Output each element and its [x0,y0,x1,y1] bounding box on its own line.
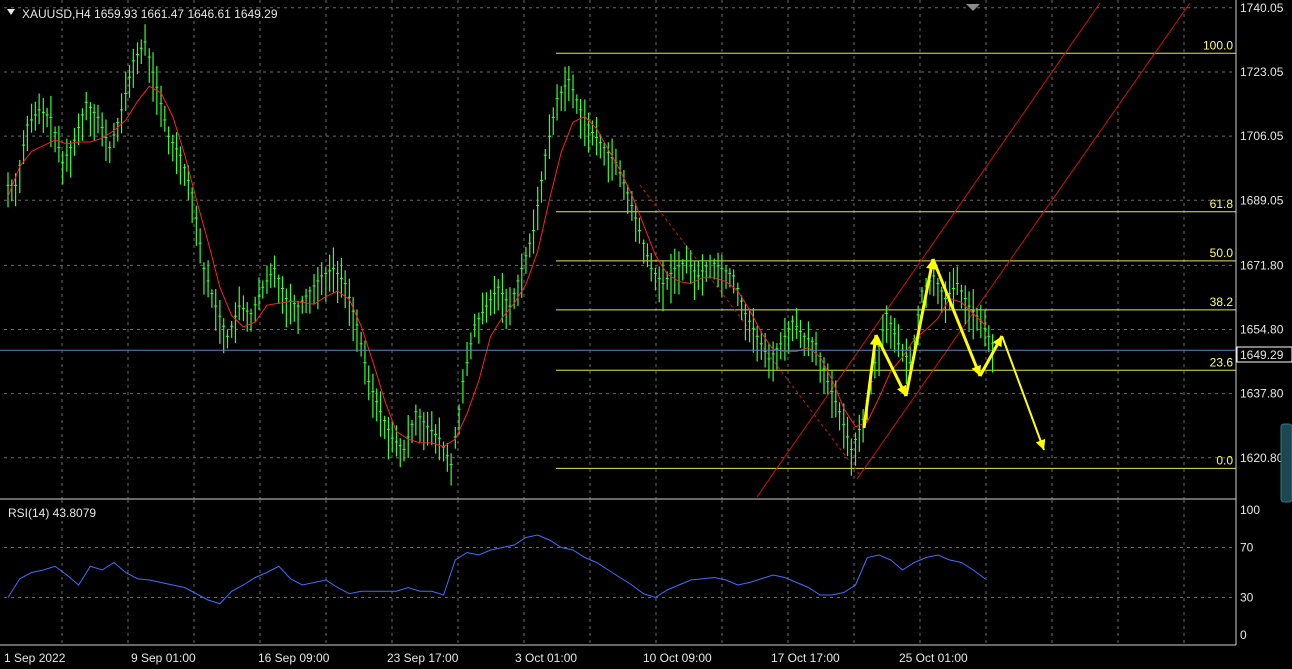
rsi-line [7,534,986,605]
forecast-segment [862,334,878,429]
price-series [6,24,995,486]
time-tick-label: 17 Oct 17:00 [771,651,840,665]
rsi-tick-label: 100 [1240,503,1260,517]
price-tick-label: 1689.05 [1240,193,1284,207]
collapse-triangle-icon[interactable] [7,9,15,15]
price-tick-label: 1637.80 [1240,387,1284,401]
fib-level-label: 50.0 [1210,246,1234,260]
time-tick-label: 25 Oct 01:00 [899,651,968,665]
fib-level-label: 38.2 [1210,295,1234,309]
price-tick-label: 1671.80 [1240,258,1284,272]
price-badge: 1649.29 [1240,348,1284,362]
time-tick-label: 9 Sep 01:00 [131,651,196,665]
time-axis-labels: 1 Sep 2022 9 Sep 01:00 16 Sep 09:00 23 Sep … [4,651,968,665]
rsi-tick-label: 70 [1240,541,1254,555]
channel-lower [856,2,1191,480]
time-tick-label: 10 Oct 09:00 [643,651,712,665]
fib-level-label: 100.0 [1203,38,1233,52]
price-tick-label: 1706.05 [1240,129,1284,143]
rsi-header: RSI(14) 43.8079 [8,506,96,520]
price-tick-label: 1740.05 [1240,1,1284,15]
trading-chart[interactable]: 100.061.850.038.223.60.0 1740.051723.051… [0,0,1292,669]
forecast-arrows[interactable] [862,258,1046,451]
channel-upper [756,2,1101,498]
price-tick-label: 1723.05 [1240,65,1284,79]
time-tick-label: 16 Sep 09:00 [258,651,330,665]
forecast-segment [1001,335,1045,451]
fibonacci-retracement[interactable]: 100.0 61.8 50.0 38.2 23.6 0.0 [556,38,1236,469]
time-tick-label: 3 Oct 01:00 [515,651,577,665]
price-axis-labels: 1740.05 1723.05 1706.05 1689.05 1671.80 1654.… [1240,1,1284,465]
time-tick-label: 23 Sep 17:00 [387,651,459,665]
fib-level-label: 0.0 [1216,453,1233,467]
fib-level-label: 61.8 [1210,197,1234,211]
rsi-tick-label: 30 [1240,591,1254,605]
symbol-header: XAUUSD,H4 1659.93 1661.47 1646.61 1649.2… [22,7,278,21]
scroll-handle[interactable] [1280,423,1292,503]
time-tick-label: 1 Sep 2022 [4,651,66,665]
price-tick-label: 1620.80 [1240,451,1284,465]
rsi-tick-label: 0 [1240,628,1247,642]
chart-grid [4,0,1236,645]
price-tick-label: 1654.80 [1240,322,1284,336]
fib-level-label: 23.6 [1210,355,1234,369]
moving-average-line [7,85,986,448]
rsi-axis-labels: 100 70 30 0 [1240,503,1260,642]
